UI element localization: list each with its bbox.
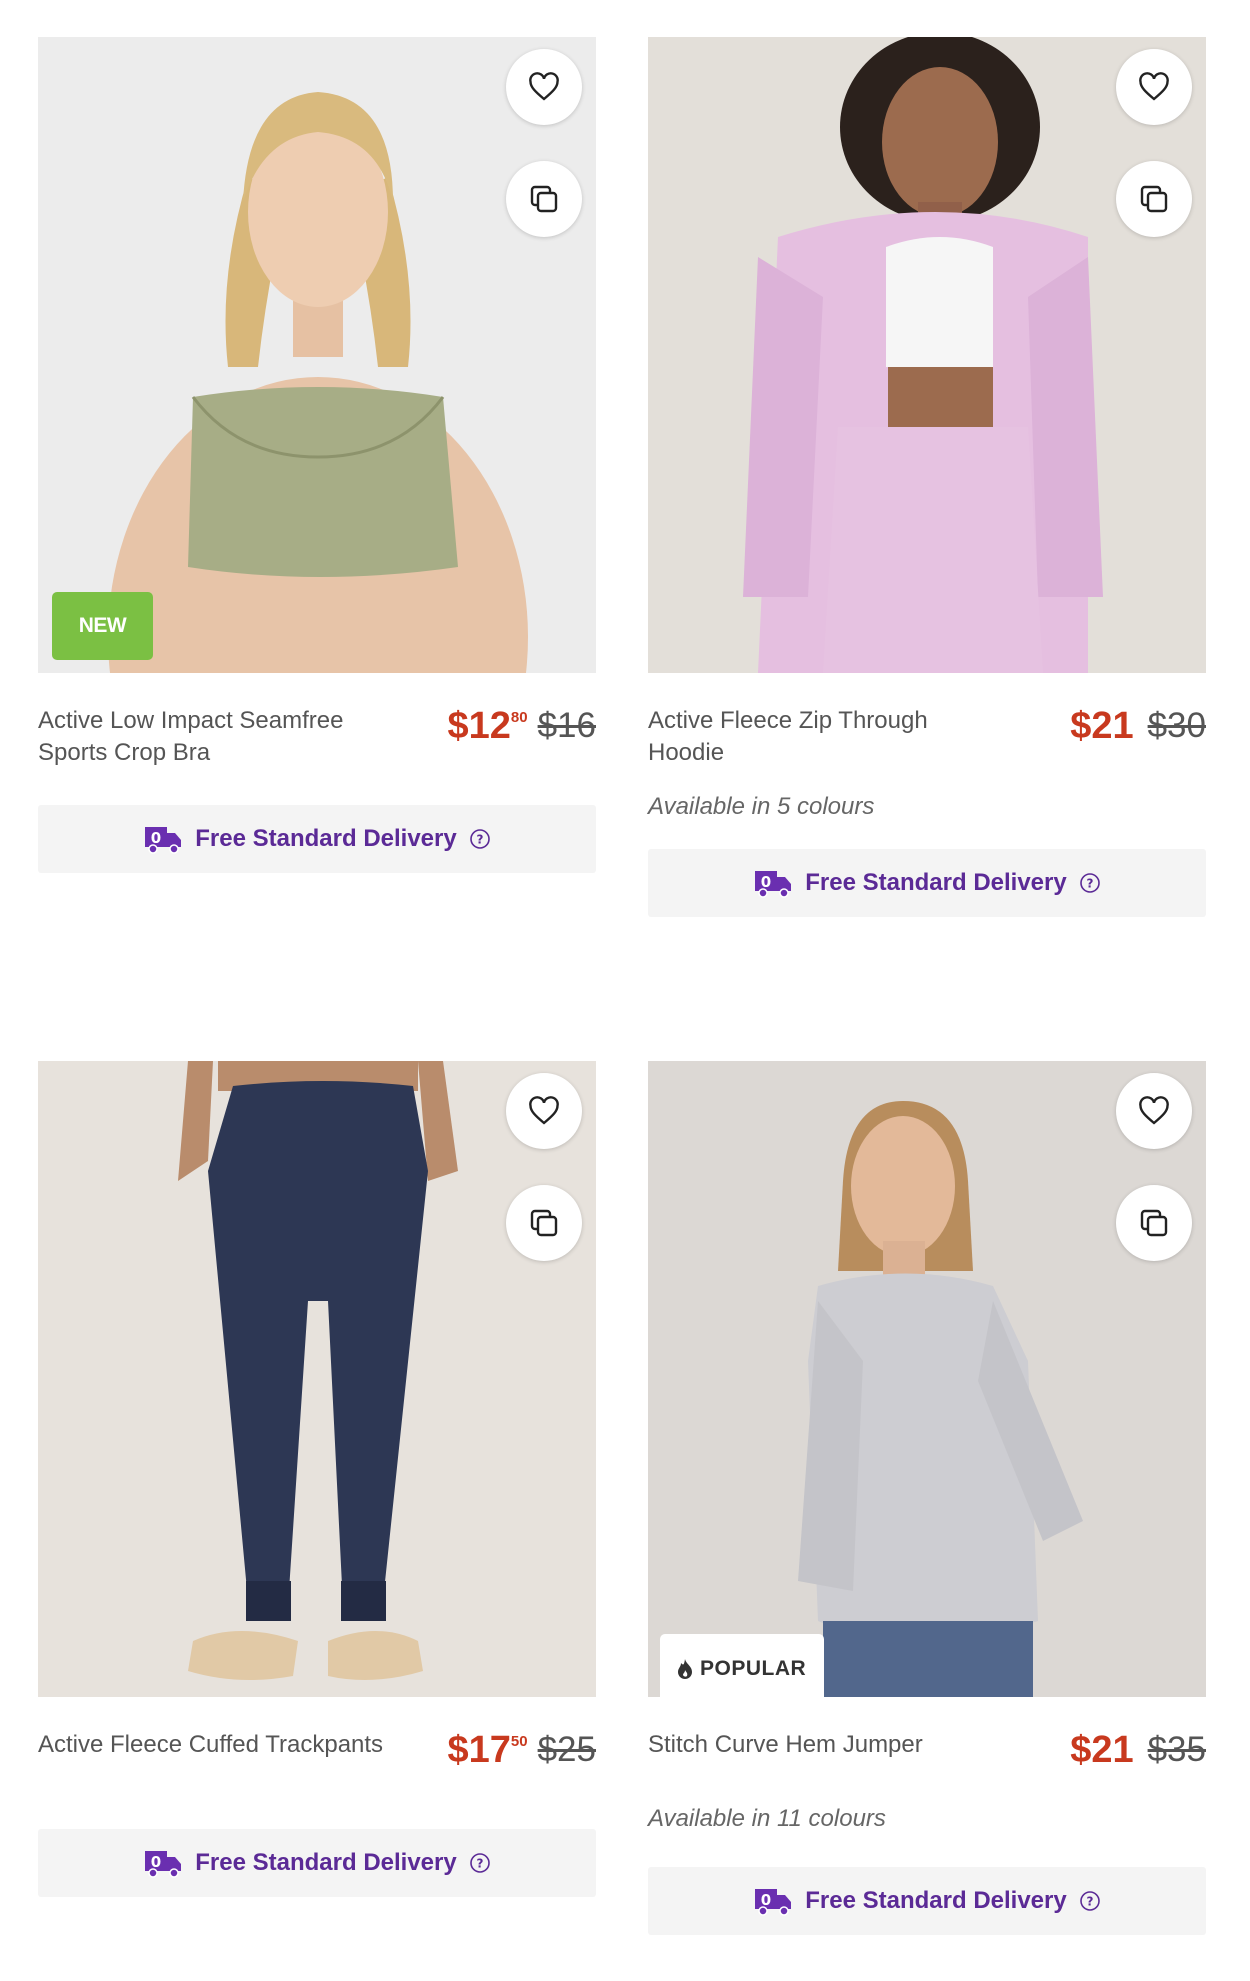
delivery-truck-icon: 0 [145, 827, 182, 854]
product-photo-hoodie [648, 37, 1206, 673]
delivery-label: Free Standard Delivery [195, 1849, 457, 1876]
svg-text:?: ? [1086, 1895, 1093, 1909]
sale-price: $17 [447, 1729, 511, 1771]
help-circle-icon[interactable]: ? [469, 1852, 491, 1874]
heart-icon [529, 1096, 559, 1125]
sale-price-cents: 80 [510, 709, 528, 726]
delivery-truck-icon: 0 [145, 1851, 182, 1878]
wishlist-button[interactable] [1116, 49, 1192, 125]
was-price: $35 [1147, 1730, 1206, 1769]
product-name[interactable]: Active Fleece Cuffed Trackpants [38, 1729, 398, 1761]
svg-text:0: 0 [761, 1891, 771, 1909]
delivery-truck-icon: 0 [755, 871, 792, 898]
compare-icon [1140, 185, 1168, 213]
was-price: $25 [537, 1730, 596, 1769]
price-block: $12 80 $16 [448, 705, 597, 747]
compare-button[interactable] [1116, 1185, 1192, 1261]
free-delivery-banner[interactable]: 0 Free Standard Delivery ? [648, 1867, 1206, 1935]
delivery-label: Free Standard Delivery [805, 1887, 1067, 1914]
heart-icon [1139, 72, 1169, 101]
delivery-label: Free Standard Delivery [195, 825, 457, 852]
product-name[interactable]: Stitch Curve Hem Jumper [648, 1729, 1008, 1761]
svg-text:?: ? [1086, 877, 1093, 891]
delivery-label: Free Standard Delivery [805, 869, 1067, 896]
available-colours[interactable]: Available in 11 colours [648, 1799, 1206, 1839]
sale-price: $21 [1070, 705, 1134, 747]
compare-icon [530, 1209, 558, 1237]
compare-button[interactable] [506, 161, 582, 237]
popular-label: POPULAR [700, 1657, 807, 1680]
compare-button[interactable] [506, 1185, 582, 1261]
svg-text:0: 0 [151, 829, 161, 847]
price-block: $21 $35 [1070, 1729, 1206, 1771]
product-card[interactable]: POPULAR Stitch Curve Hem Jumper $21 $35 … [648, 1061, 1206, 1935]
price-block: $21 $30 [1070, 705, 1206, 747]
svg-text:?: ? [476, 1857, 483, 1871]
svg-text:0: 0 [761, 873, 771, 891]
was-price: $16 [537, 706, 596, 745]
product-name[interactable]: Active Low Impact Seamfree Sports Crop B… [38, 705, 398, 769]
heart-icon [529, 72, 559, 101]
product-card[interactable]: Active Fleece Cuffed Trackpants $17 50 $… [38, 1061, 596, 1897]
product-image[interactable]: NEW [38, 37, 596, 673]
product-photo-bra [38, 37, 596, 673]
sale-price-cents: 50 [510, 1733, 528, 1750]
product-photo-trackpants [38, 1061, 596, 1697]
product-card[interactable]: Active Fleece Zip Through Hoodie $21 $30… [648, 37, 1206, 917]
free-delivery-banner[interactable]: 0 Free Standard Delivery ? [648, 849, 1206, 917]
compare-button[interactable] [1116, 161, 1192, 237]
product-image[interactable] [38, 1061, 596, 1697]
wishlist-button[interactable] [506, 49, 582, 125]
wishlist-button[interactable] [506, 1073, 582, 1149]
heart-icon [1139, 1096, 1169, 1125]
delivery-truck-icon: 0 [755, 1889, 792, 1916]
product-card[interactable]: NEW Active Low Impact Seamfree Sports Cr… [38, 37, 596, 873]
help-circle-icon[interactable]: ? [1079, 1890, 1101, 1912]
product-name[interactable]: Active Fleece Zip Through Hoodie [648, 705, 1008, 769]
product-image[interactable] [648, 37, 1206, 673]
free-delivery-banner[interactable]: 0 Free Standard Delivery ? [38, 1829, 596, 1897]
product-photo-jumper [648, 1061, 1206, 1697]
svg-text:0: 0 [151, 1853, 161, 1871]
wishlist-button[interactable] [1116, 1073, 1192, 1149]
price-block: $17 50 $25 [448, 1729, 597, 1771]
new-badge: NEW [52, 592, 153, 660]
was-price: $30 [1147, 706, 1206, 745]
help-circle-icon[interactable]: ? [469, 828, 491, 850]
compare-icon [1140, 1209, 1168, 1237]
compare-icon [530, 185, 558, 213]
flame-icon [678, 1659, 692, 1679]
product-image[interactable]: POPULAR [648, 1061, 1206, 1697]
help-circle-icon[interactable]: ? [1079, 872, 1101, 894]
sale-price: $21 [1070, 1729, 1134, 1771]
free-delivery-banner[interactable]: 0 Free Standard Delivery ? [38, 805, 596, 873]
svg-text:?: ? [476, 833, 483, 847]
sale-price: $12 [447, 705, 511, 747]
popular-badge: POPULAR [660, 1634, 825, 1697]
